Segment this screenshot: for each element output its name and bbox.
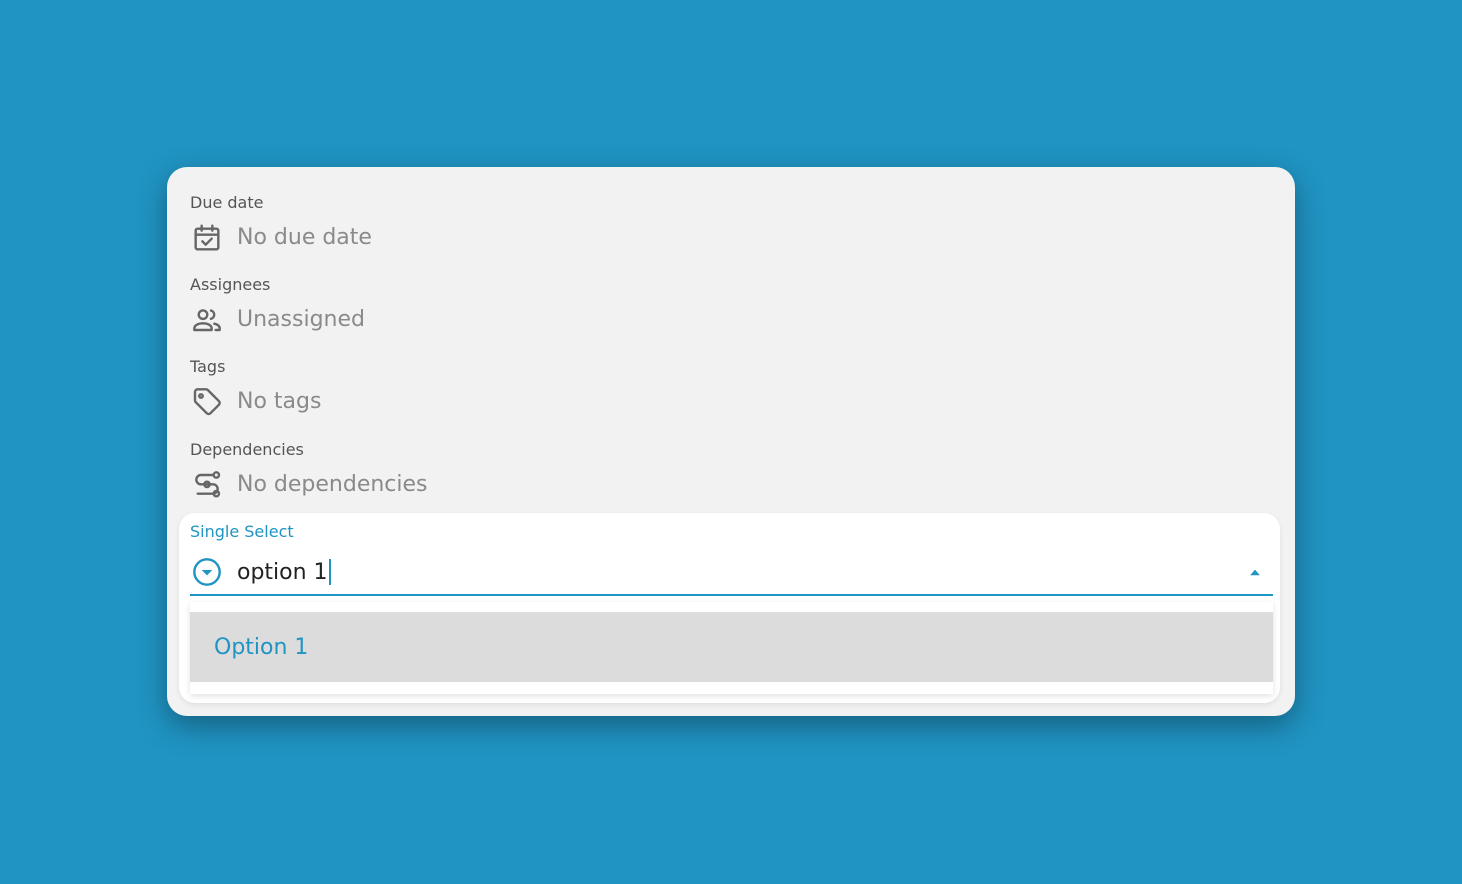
dependencies-label: Dependencies bbox=[190, 440, 304, 459]
tags-field: Tags No tags bbox=[190, 357, 1270, 419]
arrow-up-icon[interactable] bbox=[1245, 562, 1265, 582]
due-date-label: Due date bbox=[190, 193, 264, 212]
single-select-input-row[interactable]: option 1 bbox=[190, 550, 1273, 596]
tags-label: Tags bbox=[190, 357, 226, 376]
assignees-field: Assignees Unassigned bbox=[190, 275, 1270, 337]
due-date-field: Due date No due date bbox=[190, 193, 1270, 255]
due-date-value-row[interactable]: No due date bbox=[190, 221, 1270, 255]
dependencies-value: No dependencies bbox=[237, 472, 428, 497]
tags-value: No tags bbox=[237, 389, 322, 414]
dependencies-field: Dependencies No dependencies bbox=[190, 440, 1270, 502]
dependencies-value-row[interactable]: No dependencies bbox=[190, 468, 1270, 502]
tag-icon bbox=[190, 385, 224, 419]
task-details-card: Due date No due date Assignees Unassigne… bbox=[167, 167, 1295, 716]
single-select-input[interactable]: option 1 bbox=[237, 560, 328, 585]
circle-chevron-down-icon bbox=[190, 555, 224, 589]
assignees-label: Assignees bbox=[190, 275, 271, 294]
single-select-label: Single Select bbox=[190, 522, 294, 541]
single-select-field: Single Select option 1 Option 1 bbox=[179, 513, 1280, 703]
assignees-value-row[interactable]: Unassigned bbox=[190, 303, 1270, 337]
dropdown-option-1[interactable]: Option 1 bbox=[190, 612, 1273, 682]
single-select-input-wrap[interactable]: option 1 bbox=[237, 559, 1245, 585]
text-caret bbox=[328, 559, 331, 585]
assignees-value: Unassigned bbox=[237, 307, 365, 332]
tags-value-row[interactable]: No tags bbox=[190, 385, 1270, 419]
due-date-value: No due date bbox=[237, 225, 372, 250]
single-select-dropdown: Option 1 bbox=[190, 602, 1273, 694]
people-icon bbox=[190, 303, 224, 337]
dependencies-icon bbox=[190, 468, 224, 502]
calendar-check-icon bbox=[190, 221, 224, 255]
